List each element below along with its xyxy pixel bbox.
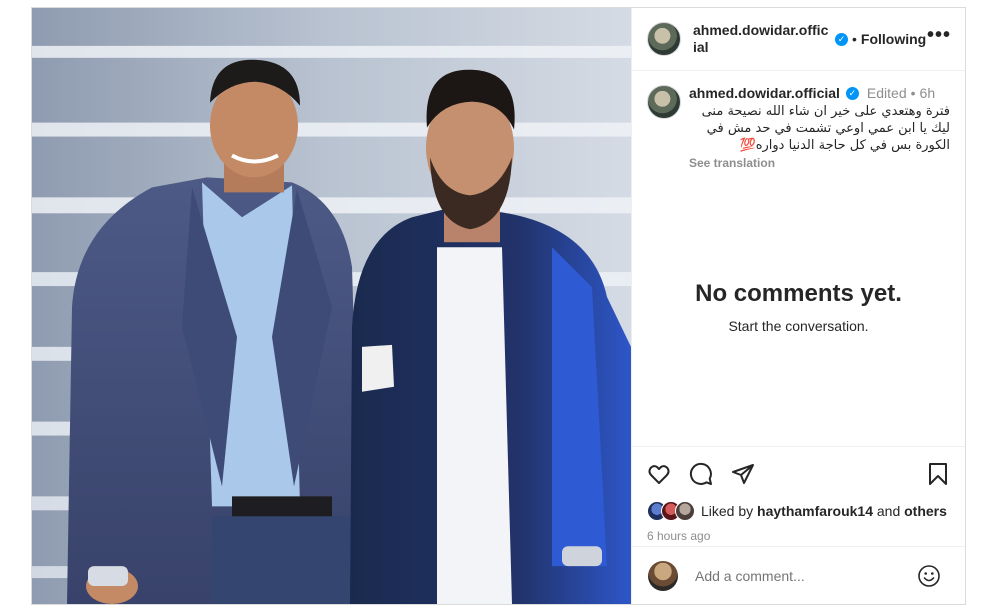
start-conversation-text: Start the conversation. xyxy=(728,318,869,334)
following-button[interactable]: Following xyxy=(861,31,926,47)
current-user-avatar xyxy=(648,560,678,591)
comment-composer xyxy=(632,546,965,604)
caption-meta: ahmed.dowidar.official ✓ Edited • 6h xyxy=(689,85,950,101)
caption-separator-dot: • xyxy=(910,85,916,101)
liker-avatars[interactable] xyxy=(647,501,695,521)
caption-username[interactable]: ahmed.dowidar.official xyxy=(689,85,840,101)
no-comments-title: No comments yet. xyxy=(695,280,902,307)
post-actions: Liked by haythamfarouk14 and others 6 ho… xyxy=(632,446,965,543)
post-photo[interactable] xyxy=(32,8,631,604)
post-timestamp[interactable]: 6 hours ago xyxy=(647,529,950,543)
bookmark-icon[interactable] xyxy=(926,462,950,486)
caption-avatar[interactable] xyxy=(647,85,681,119)
liker-avatar xyxy=(675,501,695,521)
emoji-icon[interactable] xyxy=(917,564,941,588)
verified-badge-icon: ✓ xyxy=(835,32,848,46)
post-header: ahmed.dowidar.official ✓ • Following ••• xyxy=(632,8,965,71)
action-icons-row xyxy=(647,461,950,487)
separator-dot: • xyxy=(852,31,857,47)
comments-empty-state: No comments yet. Start the conversation. xyxy=(632,280,965,334)
photo-image xyxy=(32,8,631,604)
share-icon[interactable] xyxy=(731,462,755,486)
author-avatar[interactable] xyxy=(647,22,681,56)
heart-icon[interactable] xyxy=(647,462,671,486)
caption-text: فترة وهتعدي على خير ان شاء الله نصيحة من… xyxy=(701,104,950,153)
likes-summary: Liked by haythamfarouk14 and others xyxy=(647,501,950,521)
liked-by-prefix: Liked by xyxy=(701,503,754,519)
post-side-panel: ahmed.dowidar.official ✓ • Following •••… xyxy=(631,8,965,604)
caption: ahmed.dowidar.official ✓ Edited • 6h فتر… xyxy=(632,71,965,170)
liked-and: and xyxy=(876,503,901,519)
caption-verified-badge-icon: ✓ xyxy=(845,86,859,100)
author-username[interactable]: ahmed.dowidar.official xyxy=(693,22,829,56)
liked-by-user[interactable]: haythamfarouk14 xyxy=(757,503,873,519)
edited-label: Edited xyxy=(866,85,907,101)
liked-others-link[interactable]: others xyxy=(904,503,947,519)
see-translation-link[interactable]: See translation xyxy=(689,156,950,170)
comment-icon[interactable] xyxy=(689,462,713,486)
more-options-icon[interactable]: ••• xyxy=(927,25,951,48)
caption-time[interactable]: 6h xyxy=(920,85,936,101)
caption-body: ahmed.dowidar.official ✓ Edited • 6h فتر… xyxy=(689,85,950,170)
post-dialog: ahmed.dowidar.official ✓ • Following •••… xyxy=(31,7,966,605)
comment-input[interactable] xyxy=(693,566,917,585)
